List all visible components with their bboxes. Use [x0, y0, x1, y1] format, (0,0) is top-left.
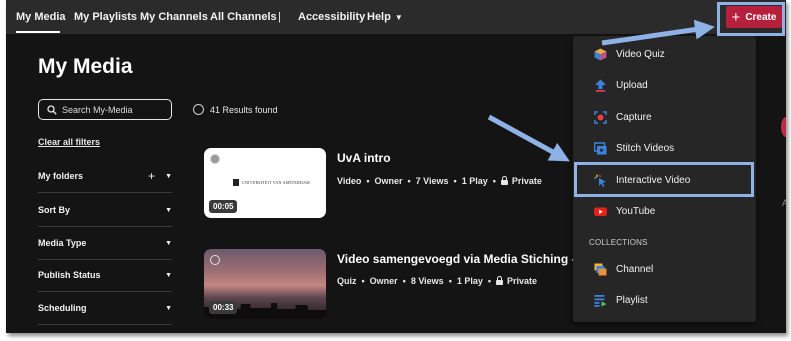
app-window: My Media My Playlists My Channels All Ch…: [6, 0, 786, 333]
arrow-to-create: [601, 19, 715, 46]
arrow-to-interactive-video: [487, 114, 570, 162]
annotation-arrows: [487, 19, 715, 162]
